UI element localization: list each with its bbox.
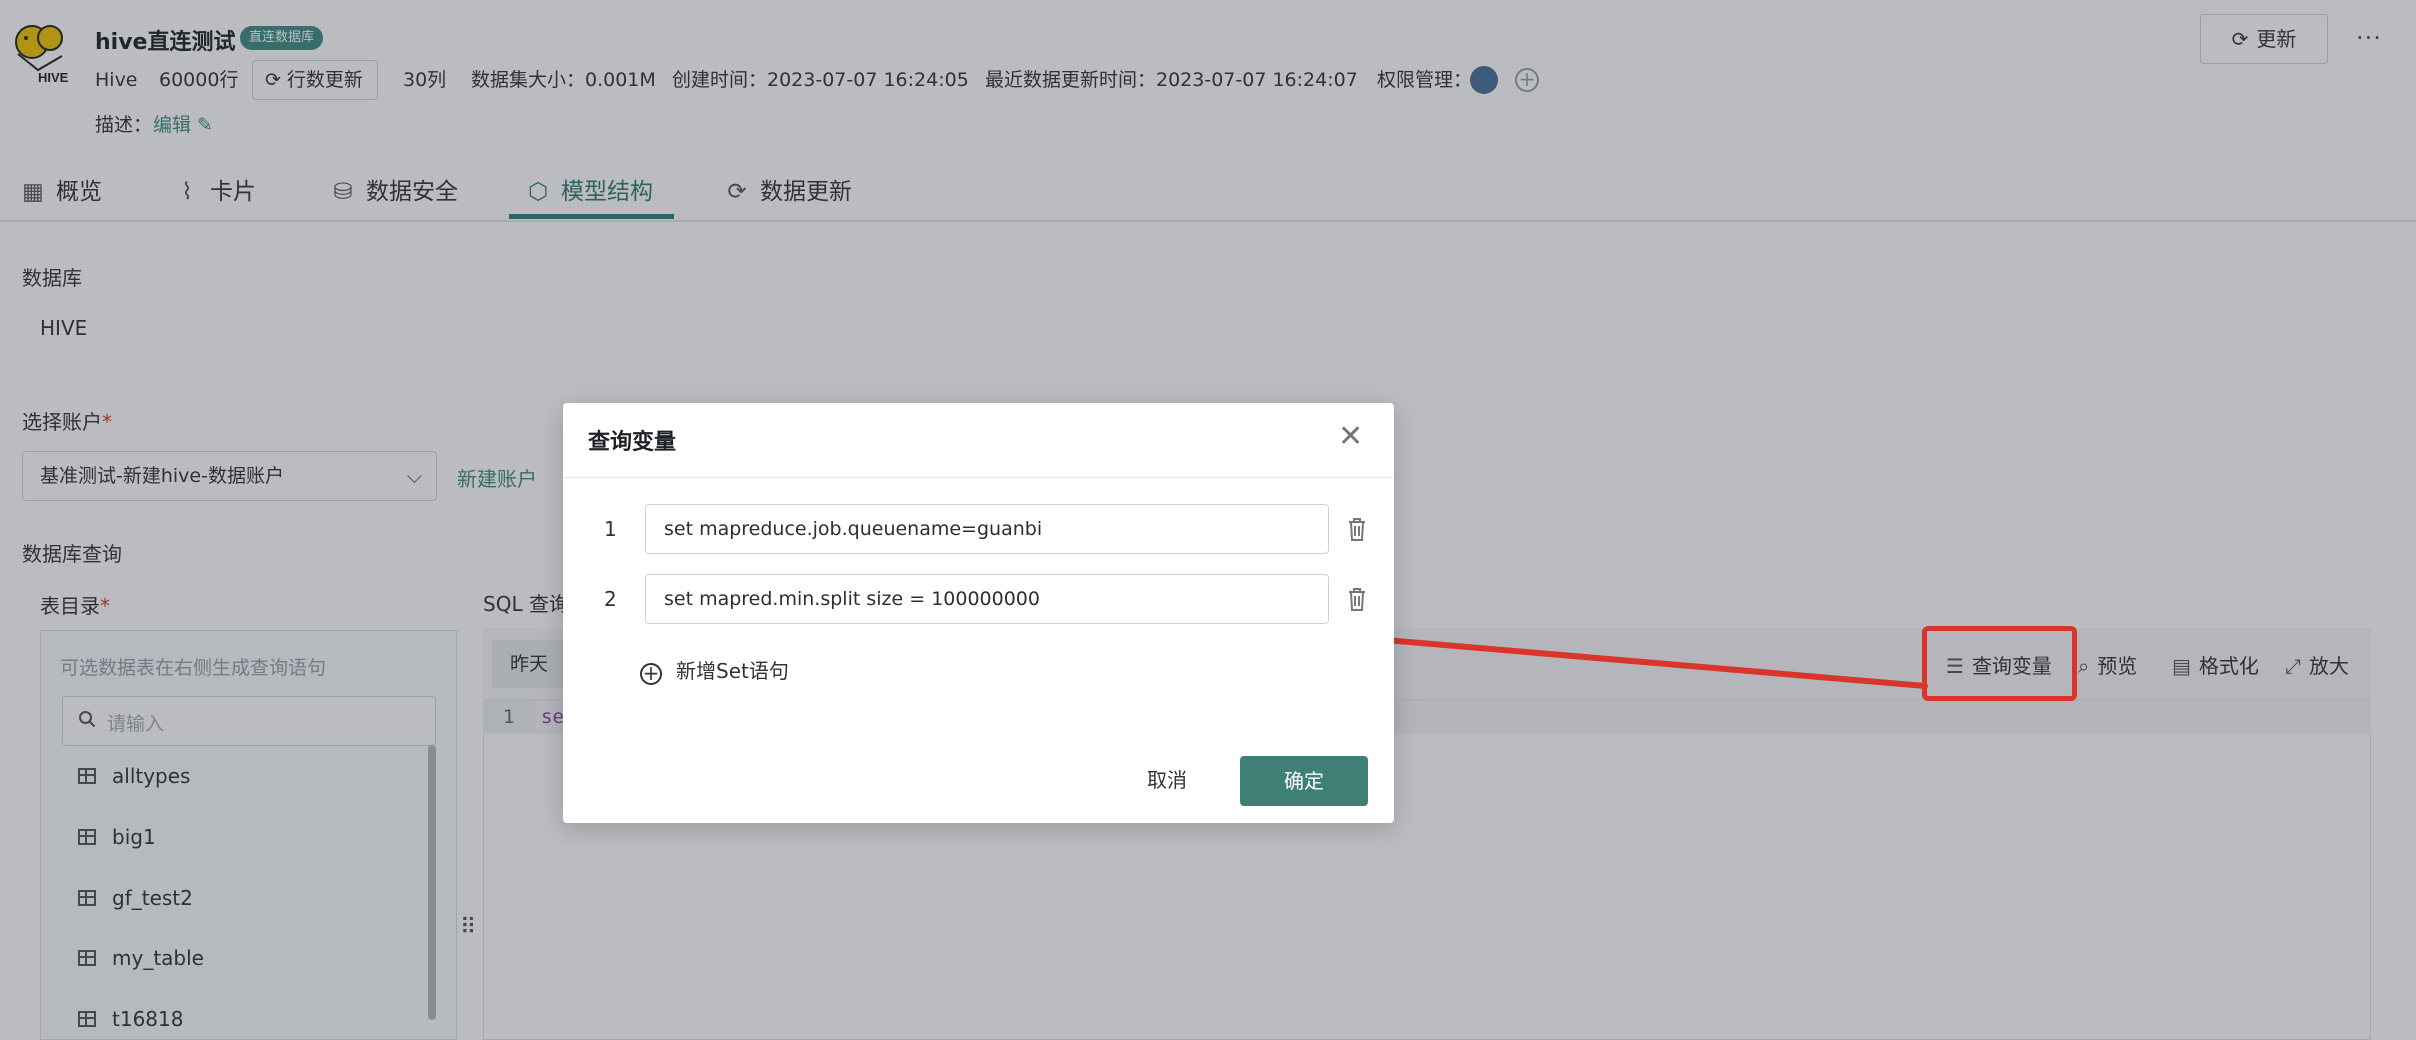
variable-input[interactable]: [645, 574, 1329, 624]
trash-icon[interactable]: [1346, 586, 1368, 612]
dialog-divider: [563, 477, 1394, 478]
confirm-button[interactable]: 确定: [1240, 756, 1368, 806]
dialog-title: 查询变量: [588, 430, 677, 455]
variable-index: 2: [604, 587, 617, 611]
close-icon[interactable]: ✕: [1338, 422, 1363, 452]
plus-circle-icon: +: [640, 663, 662, 685]
variable-input[interactable]: [645, 504, 1329, 554]
trash-icon[interactable]: [1346, 516, 1368, 542]
cancel-button[interactable]: 取消: [1127, 755, 1207, 805]
annotation-arrow: [1355, 613, 1928, 689]
add-set-label: 新增Set语句: [676, 659, 789, 683]
add-set-statement-button[interactable]: + 新增Set语句: [640, 655, 789, 685]
variable-index: 1: [604, 517, 617, 541]
